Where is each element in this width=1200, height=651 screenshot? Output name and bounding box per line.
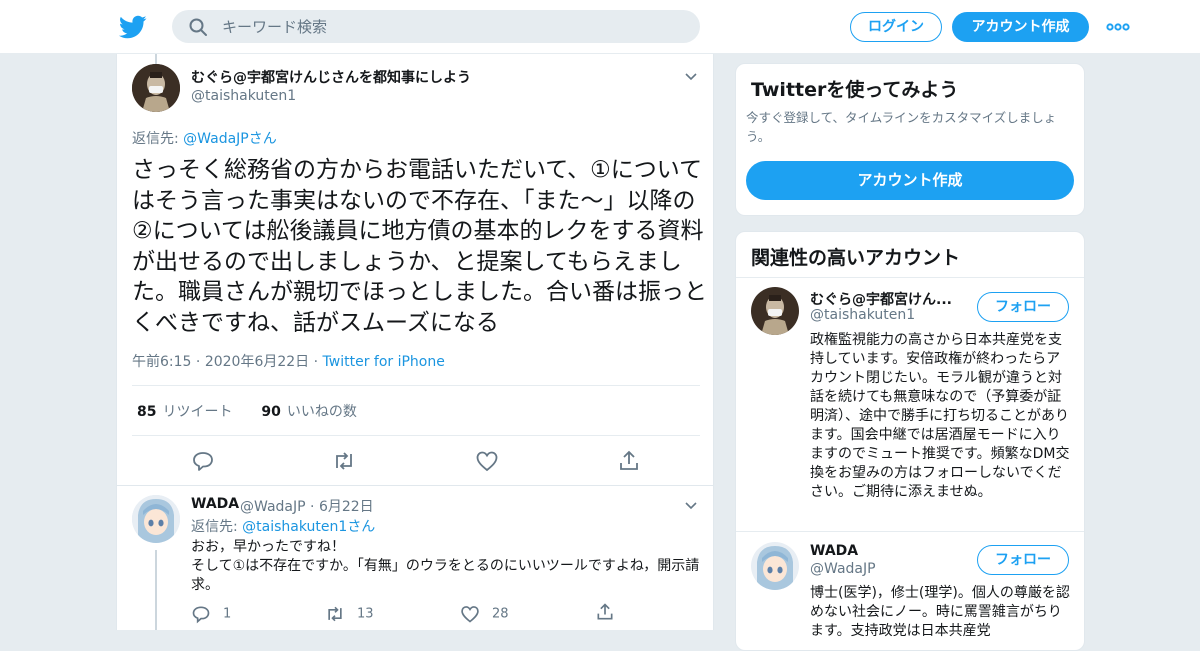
account-bio: 博士(医学)，修士(理学)。個人の尊厳を認めない社会にノー。時に罵詈雑言がちりま…: [810, 585, 1070, 639]
tweet-date[interactable]: 2020年6月22日: [205, 354, 309, 370]
retweet-label: リツイート: [162, 404, 233, 420]
reply-icon: [192, 606, 210, 624]
account-handle[interactable]: @taishakuten1: [810, 307, 915, 323]
retweet-action[interactable]: 13: [325, 604, 374, 624]
reply-icon[interactable]: [191, 449, 215, 473]
avatar-image: [751, 287, 799, 335]
divider: [132, 385, 700, 386]
avatar[interactable]: [751, 542, 799, 590]
meta-separator: ·: [313, 354, 323, 370]
reply-action[interactable]: 1: [191, 604, 231, 624]
meta-separator: ·: [195, 354, 205, 370]
reply-count: 1: [223, 606, 232, 622]
retweet-count: 13: [357, 606, 374, 622]
search-input[interactable]: [222, 10, 682, 43]
avatar[interactable]: [751, 287, 799, 335]
account-handle[interactable]: @WadaJP: [810, 561, 876, 577]
account-name[interactable]: むぐら@宇都宮けん...: [810, 289, 952, 309]
retweet-stat[interactable]: 85 リツイート: [137, 404, 232, 420]
thread-line: [155, 54, 157, 64]
like-action[interactable]: 28: [460, 604, 509, 624]
search-bar[interactable]: [172, 10, 700, 43]
like-icon[interactable]: [475, 449, 499, 473]
signup-card: Twitterを使ってみよう 今すぐ登録して、タイムラインをカスタマイズしましょ…: [735, 63, 1085, 216]
like-icon: [461, 606, 479, 623]
reply-tweet-text: おお，早かったですね！ そして①は不存在ですか。「有無」のウラをとるのにいいツー…: [191, 538, 701, 595]
reply-context: 返信先: @WadaJPさん: [132, 128, 277, 148]
reply-author-handle[interactable]: @WadaJP: [240, 499, 306, 515]
avatar[interactable]: [132, 495, 180, 543]
avatar-image: [132, 495, 180, 543]
reply-suffix: さん: [248, 131, 277, 147]
top-bar: ログイン アカウント作成: [0, 0, 1200, 54]
divider: [736, 277, 1084, 278]
tweet-meta: 午前6:15 · 2020年6月22日 · Twitter for iPhone: [132, 351, 445, 371]
like-stat[interactable]: 90 いいねの数: [261, 404, 356, 420]
section-divider: [117, 485, 713, 486]
tweet-time[interactable]: 午前6:15: [132, 354, 191, 370]
tweet-column: むぐら@宇都宮けんじさんを都知事にしよう @taishakuten1 返信先: …: [116, 54, 714, 630]
reply-context: 返信先: @taishakuten1さん: [191, 516, 375, 536]
author-name[interactable]: むぐら@宇都宮けんじさんを都知事にしよう: [191, 67, 471, 87]
share-icon[interactable]: [595, 602, 615, 622]
reply-author-meta: @WadaJP · 6月22日: [240, 496, 374, 516]
tweet-stats: 85 リツイート 90 いいねの数: [137, 401, 357, 421]
signup-button[interactable]: アカウント作成: [952, 12, 1089, 42]
reply-suffix: さん: [347, 519, 376, 535]
share-icon[interactable]: [617, 449, 641, 473]
reply-text-line: そして①は不存在ですか。「有無」のウラをとるのにいいツールですよね，開示請求。: [191, 558, 700, 593]
like-label: いいねの数: [286, 404, 357, 420]
retweet-icon: [328, 606, 342, 622]
like-count: 28: [492, 606, 509, 622]
reply-to-link[interactable]: @WadaJP: [183, 131, 249, 147]
meta-separator: ·: [305, 499, 319, 515]
divider: [132, 435, 700, 436]
author-handle[interactable]: @taishakuten1: [191, 88, 296, 104]
chevron-down-icon[interactable]: [684, 501, 698, 511]
signup-card-subtitle: 今すぐ登録して、タイムラインをカスタマイズしましょう。: [746, 110, 1057, 144]
related-accounts-card: 関連性の高いアカウント むぐら@宇都宮けん... @taishakuten1 フ…: [735, 231, 1085, 651]
like-count: 90: [261, 404, 281, 420]
login-button[interactable]: ログイン: [850, 12, 942, 42]
reply-to-link[interactable]: @taishakuten1: [242, 519, 347, 535]
chevron-down-icon[interactable]: [684, 72, 698, 82]
account-bio: 政権監視能力の高さから日本共産党を支持しています。安倍政権が終わったらアカウント…: [810, 332, 1070, 500]
reply-author-name[interactable]: WADA: [191, 496, 239, 512]
follow-button[interactable]: フォロー: [977, 292, 1069, 322]
follow-button[interactable]: フォロー: [977, 545, 1069, 575]
reply-prefix: 返信先:: [132, 131, 184, 147]
avatar[interactable]: [132, 64, 180, 112]
signup-card-button[interactable]: アカウント作成: [746, 161, 1074, 200]
twitter-bird-icon[interactable]: [119, 13, 147, 41]
thread-line: [155, 550, 157, 630]
related-accounts-title: 関連性の高いアカウント: [751, 247, 961, 269]
avatar-image: [751, 542, 799, 590]
reply-text-line: おお，早かったですね！: [191, 539, 345, 555]
more-options-icon[interactable]: [1106, 22, 1130, 32]
signup-card-title: Twitterを使ってみよう: [751, 79, 959, 101]
retweet-count: 85: [137, 404, 157, 420]
reply-date[interactable]: 6月22日: [319, 499, 374, 515]
tweet-text: さっそく総務省の方からお電話いただいて、①についてはそう言った事実はないので不存…: [132, 157, 707, 336]
divider: [736, 531, 1084, 532]
avatar-image: [132, 64, 180, 112]
tweet-source[interactable]: Twitter for iPhone: [323, 354, 445, 370]
reply-prefix: 返信先:: [191, 519, 243, 535]
search-icon: [189, 18, 207, 36]
account-name[interactable]: WADA: [810, 543, 858, 559]
retweet-icon[interactable]: [332, 449, 356, 473]
